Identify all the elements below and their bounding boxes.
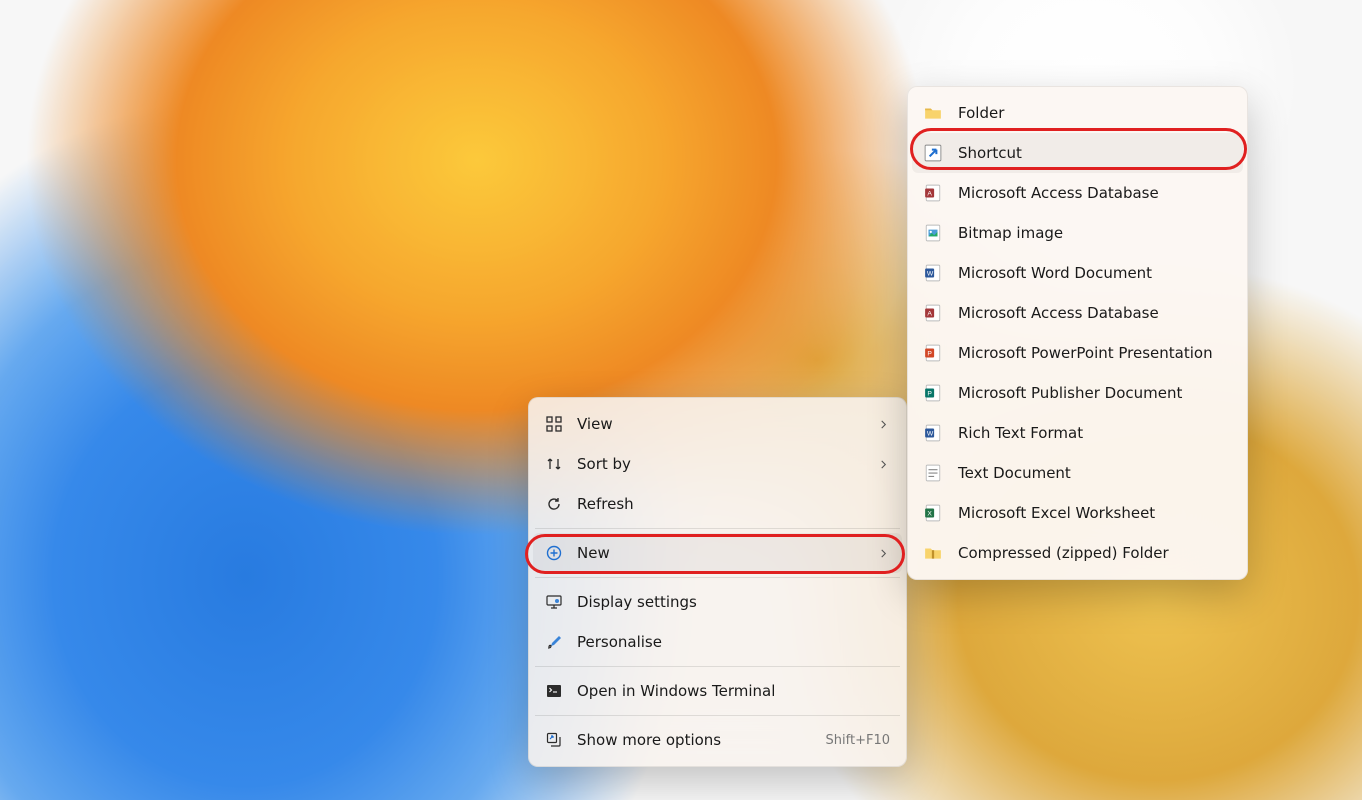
- show-more-icon: [545, 731, 563, 749]
- chevron-right-icon: [876, 417, 890, 431]
- submenu-item-folder[interactable]: Folder: [912, 93, 1243, 133]
- submenu-label: Microsoft Excel Worksheet: [958, 504, 1155, 522]
- menu-separator: [535, 528, 900, 529]
- submenu-item-zip[interactable]: Compressed (zipped) Folder: [912, 533, 1243, 573]
- menu-item-personalise[interactable]: Personalise: [533, 622, 902, 662]
- svg-text:W: W: [927, 430, 934, 437]
- new-submenu: Folder Shortcut A Microsoft Access Datab…: [907, 86, 1248, 580]
- display-settings-icon: [545, 593, 563, 611]
- submenu-item-publisher[interactable]: P Microsoft Publisher Document: [912, 373, 1243, 413]
- menu-label: Display settings: [577, 593, 890, 611]
- submenu-label: Microsoft PowerPoint Presentation: [958, 344, 1213, 362]
- publisher-file-icon: P: [924, 384, 942, 402]
- chevron-right-icon: [876, 457, 890, 471]
- submenu-label: Microsoft Access Database: [958, 184, 1159, 202]
- submenu-label: Rich Text Format: [958, 424, 1083, 442]
- submenu-item-excel[interactable]: X Microsoft Excel Worksheet: [912, 493, 1243, 533]
- folder-icon: [924, 104, 942, 122]
- submenu-label: Microsoft Access Database: [958, 304, 1159, 322]
- svg-text:A: A: [927, 190, 932, 197]
- submenu-item-text[interactable]: Text Document: [912, 453, 1243, 493]
- word-file-icon: W: [924, 264, 942, 282]
- menu-item-sort[interactable]: Sort by: [533, 444, 902, 484]
- powerpoint-file-icon: P: [924, 344, 942, 362]
- access-file-icon: A: [924, 304, 942, 322]
- svg-text:P: P: [927, 390, 932, 397]
- menu-separator: [535, 666, 900, 667]
- menu-label: Sort by: [577, 455, 876, 473]
- refresh-icon: [545, 495, 563, 513]
- menu-label: Refresh: [577, 495, 890, 513]
- menu-label: Personalise: [577, 633, 890, 651]
- menu-label: Open in Windows Terminal: [577, 682, 890, 700]
- zip-folder-icon: [924, 544, 942, 562]
- submenu-item-shortcut[interactable]: Shortcut: [912, 133, 1243, 173]
- svg-text:W: W: [927, 270, 934, 277]
- menu-item-view[interactable]: View: [533, 404, 902, 444]
- submenu-item-rtf[interactable]: W Rich Text Format: [912, 413, 1243, 453]
- grid-icon: [545, 415, 563, 433]
- text-file-icon: [924, 464, 942, 482]
- menu-item-refresh[interactable]: Refresh: [533, 484, 902, 524]
- submenu-item-access[interactable]: A Microsoft Access Database: [912, 173, 1243, 213]
- submenu-label: Folder: [958, 104, 1004, 122]
- terminal-icon: [545, 682, 563, 700]
- shortcut-hint: Shift+F10: [826, 733, 890, 748]
- rtf-file-icon: W: [924, 424, 942, 442]
- menu-item-new[interactable]: New: [533, 533, 902, 573]
- submenu-label: Text Document: [958, 464, 1071, 482]
- svg-text:X: X: [927, 510, 932, 517]
- submenu-item-access2[interactable]: A Microsoft Access Database: [912, 293, 1243, 333]
- menu-item-show-more[interactable]: Show more options Shift+F10: [533, 720, 902, 760]
- submenu-label: Compressed (zipped) Folder: [958, 544, 1169, 562]
- submenu-label: Microsoft Word Document: [958, 264, 1152, 282]
- desktop-context-menu: View Sort by Refresh: [528, 397, 907, 767]
- sort-icon: [545, 455, 563, 473]
- chevron-right-icon: [876, 546, 890, 560]
- menu-label: Show more options: [577, 731, 826, 749]
- svg-text:P: P: [927, 350, 932, 357]
- menu-label: View: [577, 415, 876, 433]
- submenu-item-powerpoint[interactable]: P Microsoft PowerPoint Presentation: [912, 333, 1243, 373]
- submenu-label: Microsoft Publisher Document: [958, 384, 1182, 402]
- submenu-label: Shortcut: [958, 144, 1022, 162]
- access-file-icon: A: [924, 184, 942, 202]
- menu-item-terminal[interactable]: Open in Windows Terminal: [533, 671, 902, 711]
- plus-circle-icon: [545, 544, 563, 562]
- menu-separator: [535, 577, 900, 578]
- menu-label: New: [577, 544, 876, 562]
- excel-file-icon: X: [924, 504, 942, 522]
- svg-text:A: A: [927, 310, 932, 317]
- bitmap-file-icon: [924, 224, 942, 242]
- paintbrush-icon: [545, 633, 563, 651]
- menu-item-display-settings[interactable]: Display settings: [533, 582, 902, 622]
- submenu-item-word[interactable]: W Microsoft Word Document: [912, 253, 1243, 293]
- menu-separator: [535, 715, 900, 716]
- submenu-item-bitmap[interactable]: Bitmap image: [912, 213, 1243, 253]
- submenu-label: Bitmap image: [958, 224, 1063, 242]
- shortcut-icon: [924, 144, 942, 162]
